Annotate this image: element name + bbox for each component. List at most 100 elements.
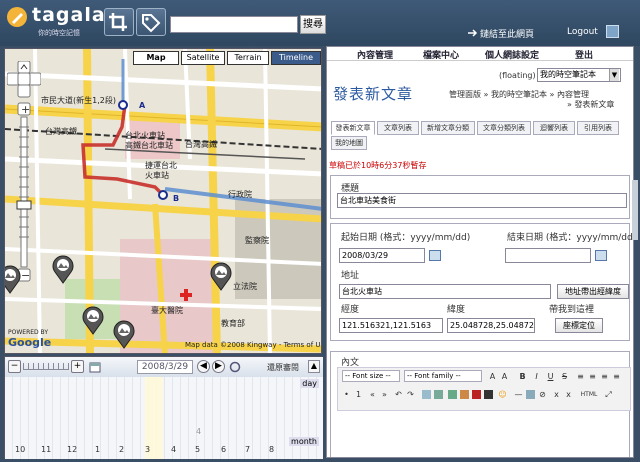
tab-category-list[interactable]: 文章分類列表 bbox=[477, 121, 531, 135]
map-navigation-control[interactable]: + − bbox=[6, 60, 42, 291]
outdent-icon[interactable]: « bbox=[368, 390, 377, 399]
crop-button[interactable] bbox=[104, 8, 134, 36]
timeline-tick: 8 bbox=[269, 445, 275, 454]
calendar-icon[interactable] bbox=[429, 250, 441, 261]
nav-logout[interactable]: 登出 bbox=[575, 48, 593, 61]
italic-icon[interactable]: I bbox=[532, 372, 541, 381]
photo-marker[interactable] bbox=[50, 254, 76, 284]
zoom-out-button[interactable]: − bbox=[8, 360, 21, 373]
map-type-satellite[interactable]: Satellite bbox=[181, 51, 225, 65]
marker-b-label: B bbox=[173, 194, 180, 203]
start-date-label: 起始日期 (格式：yyyy/mm/dd) bbox=[341, 233, 471, 243]
prev-date-button[interactable]: ◀ bbox=[197, 360, 210, 373]
tab-new-post[interactable]: 發表新文章 bbox=[331, 121, 375, 135]
nav-blog-settings[interactable]: 個人網誌設定 bbox=[485, 48, 539, 61]
timeline-grid[interactable] bbox=[5, 377, 323, 459]
map-type-terrain[interactable]: Terrain bbox=[227, 51, 269, 65]
photo-pin-icon bbox=[82, 306, 104, 335]
underline-icon[interactable]: U bbox=[546, 372, 555, 381]
start-date-field[interactable]: 2008/03/29 bbox=[339, 248, 425, 263]
timeline-date-input[interactable]: 2008/3/29 bbox=[137, 360, 193, 374]
timeline-panel[interactable]: − + 2008/3/29 ◀ ▶ 還原審閱 ▲ day month 4 10 … bbox=[4, 356, 323, 459]
timeline-scroll-up[interactable]: ▲ bbox=[308, 360, 320, 373]
align-left-icon[interactable]: ≡ bbox=[576, 372, 585, 381]
logout-link[interactable]: Logout bbox=[567, 27, 598, 37]
emoticon-icon[interactable]: ☺ bbox=[498, 390, 507, 399]
timeline-tick: 12 bbox=[67, 445, 78, 454]
photo-marker[interactable] bbox=[111, 319, 137, 349]
link-icon[interactable] bbox=[422, 390, 431, 399]
tag-button[interactable] bbox=[136, 8, 166, 36]
unlink-icon[interactable] bbox=[434, 390, 443, 399]
text-color-icon[interactable]: A bbox=[488, 372, 497, 381]
label-ministry-education: 教育部 bbox=[221, 319, 245, 328]
notebook-select[interactable]: 我的時空筆記本 ▼ bbox=[537, 68, 621, 82]
svg-text:+: + bbox=[21, 103, 30, 116]
tab-comment-list[interactable]: 迴響列表 bbox=[533, 121, 575, 135]
link-to-page[interactable]: 鏈結至此網頁 bbox=[480, 27, 534, 40]
nav-file-center[interactable]: 檔案中心 bbox=[423, 48, 459, 61]
tag-icon bbox=[142, 14, 161, 33]
bullet-list-icon[interactable]: • bbox=[342, 390, 351, 399]
bg-color-icon[interactable]: A bbox=[500, 372, 509, 381]
tab-trackback-list[interactable]: 引用列表 bbox=[577, 121, 619, 135]
address-to-coords-button[interactable]: 地址帶出經緯度 bbox=[557, 284, 629, 299]
hospital-icon bbox=[180, 289, 192, 301]
nav-content-management[interactable]: 內容管理 bbox=[357, 48, 393, 61]
pan-zoom-icon[interactable]: + − bbox=[6, 60, 42, 291]
clear-format-icon[interactable]: ⊘ bbox=[538, 390, 547, 399]
subscript-icon[interactable]: x bbox=[552, 390, 561, 399]
tab-post-list[interactable]: 文章列表 bbox=[377, 121, 419, 135]
longitude-label: 經度 bbox=[341, 305, 360, 315]
search-input[interactable] bbox=[170, 16, 298, 33]
tagala-logo[interactable]: tagala 你的時空記憶 bbox=[6, 4, 105, 37]
photo-marker[interactable] bbox=[208, 261, 234, 291]
media-icon[interactable] bbox=[460, 390, 469, 399]
refresh-icon[interactable] bbox=[229, 361, 241, 373]
search-button[interactable]: 搜尋 bbox=[300, 15, 326, 34]
end-date-field[interactable] bbox=[505, 248, 591, 263]
latitude-field[interactable]: 25.048728,25.048728 bbox=[447, 318, 535, 333]
strike-icon[interactable]: S bbox=[560, 372, 569, 381]
redo-icon[interactable]: ↷ bbox=[406, 390, 415, 399]
bold-icon[interactable]: B bbox=[518, 372, 527, 381]
calendar-icon[interactable] bbox=[89, 361, 101, 373]
map-type-timeline[interactable]: Timeline bbox=[271, 51, 321, 65]
horizontal-rule-icon[interactable]: — bbox=[514, 390, 523, 399]
label-mrt-station: 捷運台北 火車站 bbox=[145, 161, 177, 180]
html-source-icon[interactable]: HTML bbox=[578, 390, 600, 399]
longitude-field[interactable]: 121.516321,121.5163 bbox=[339, 318, 443, 333]
image-icon[interactable] bbox=[448, 390, 457, 399]
zoom-in-button[interactable]: + bbox=[71, 360, 84, 373]
timeline-zoom-slider[interactable] bbox=[23, 363, 69, 370]
align-right-icon[interactable]: ≡ bbox=[600, 372, 609, 381]
align-center-icon[interactable]: ≡ bbox=[588, 372, 597, 381]
number-list-icon[interactable]: 1 bbox=[354, 390, 363, 399]
next-date-button[interactable]: ▶ bbox=[212, 360, 225, 373]
tab-my-map[interactable]: 我的地圖 bbox=[331, 136, 367, 150]
font-family-select[interactable]: -- Font family -- bbox=[404, 370, 482, 382]
table-icon[interactable] bbox=[526, 390, 535, 399]
superscript-icon[interactable]: x bbox=[564, 390, 573, 399]
font-size-select[interactable]: -- Font size -- bbox=[342, 370, 400, 382]
map-view[interactable]: Map Satellite Terrain Timeline + − A B 市… bbox=[4, 48, 322, 354]
youtube-icon[interactable] bbox=[472, 390, 481, 399]
timeline-restore-link[interactable]: 還原審閱 bbox=[267, 362, 299, 373]
tab-new-category[interactable]: 新增文章分類 bbox=[421, 121, 475, 135]
locate-button[interactable]: 座標定位 bbox=[555, 318, 603, 333]
address-field[interactable]: 台北火車站 bbox=[339, 284, 551, 299]
photo-marker[interactable] bbox=[80, 305, 106, 335]
map-type-map[interactable]: Map bbox=[133, 51, 179, 65]
indent-icon[interactable]: » bbox=[380, 390, 389, 399]
calendar-icon[interactable] bbox=[595, 250, 607, 261]
photo-marker[interactable] bbox=[5, 264, 23, 294]
undo-icon[interactable]: ↶ bbox=[394, 390, 403, 399]
justify-icon[interactable]: ≡ bbox=[612, 372, 621, 381]
latitude-label: 緯度 bbox=[447, 305, 466, 315]
label-control-yuan: 監察院 bbox=[245, 236, 269, 245]
window-toggle-icon[interactable] bbox=[606, 25, 619, 38]
editor-scrollbar[interactable] bbox=[632, 180, 638, 240]
flash-icon[interactable] bbox=[484, 390, 493, 399]
title-field[interactable]: 台北車站美食街 bbox=[337, 193, 627, 208]
fullscreen-icon[interactable]: ⤢ bbox=[604, 390, 613, 399]
